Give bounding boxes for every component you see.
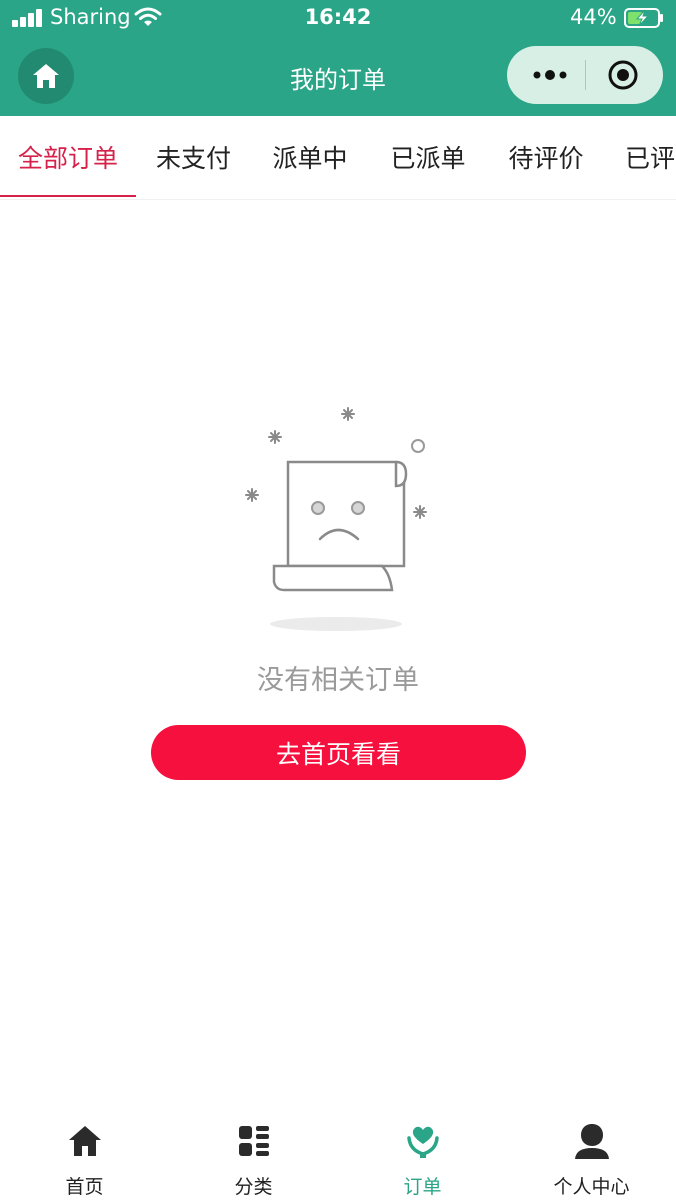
nav-label-orders: 订单 (403, 1176, 442, 1198)
nav-label-home: 首页 (65, 1176, 104, 1198)
battery-percent: 44% (570, 5, 617, 29)
nav-item-profile[interactable]: 个人中心 (507, 1110, 676, 1202)
nav-label-profile: 个人中心 (553, 1176, 630, 1198)
tab-unpaid[interactable]: 未支付 (136, 116, 251, 198)
active-tab-indicator (0, 195, 136, 197)
tab-to-review[interactable]: 待评价 (487, 116, 605, 198)
heart-hand-icon (407, 1126, 439, 1158)
order-tabs: 全部订单 未支付 派单中 已派单 待评价 已评 (0, 116, 676, 200)
app-header: Sharing 16:42 44% 我的订单 (0, 0, 676, 116)
grid-icon (239, 1126, 269, 1156)
nav-item-category[interactable]: 分类 (169, 1110, 338, 1202)
tab-dispatched[interactable]: 已派单 (369, 116, 487, 198)
nav-label-category: 分类 (234, 1176, 273, 1198)
tab-reviewed[interactable]: 已评 (605, 116, 676, 198)
empty-message: 没有相关订单 (257, 665, 419, 696)
miniapp-close-icon[interactable] (607, 59, 639, 91)
battery-icon (624, 8, 663, 28)
tab-all-orders[interactable]: 全部订单 (0, 116, 136, 198)
status-bar: Sharing 16:42 44% (0, 0, 676, 38)
tab-dispatching[interactable]: 派单中 (251, 116, 369, 198)
miniapp-capsule (507, 46, 663, 104)
bottom-nav: 首页 分类 订单 个人中心 (0, 1110, 676, 1202)
sad-document-icon (245, 407, 427, 631)
nav-item-home[interactable]: 首页 (0, 1110, 169, 1202)
more-dots-icon[interactable] (529, 62, 571, 88)
user-icon (575, 1124, 609, 1159)
go-home-button[interactable]: 去首页看看 (151, 725, 526, 780)
home-icon (69, 1126, 101, 1156)
capsule-divider (585, 60, 586, 90)
nav-item-orders[interactable]: 订单 (338, 1110, 507, 1202)
